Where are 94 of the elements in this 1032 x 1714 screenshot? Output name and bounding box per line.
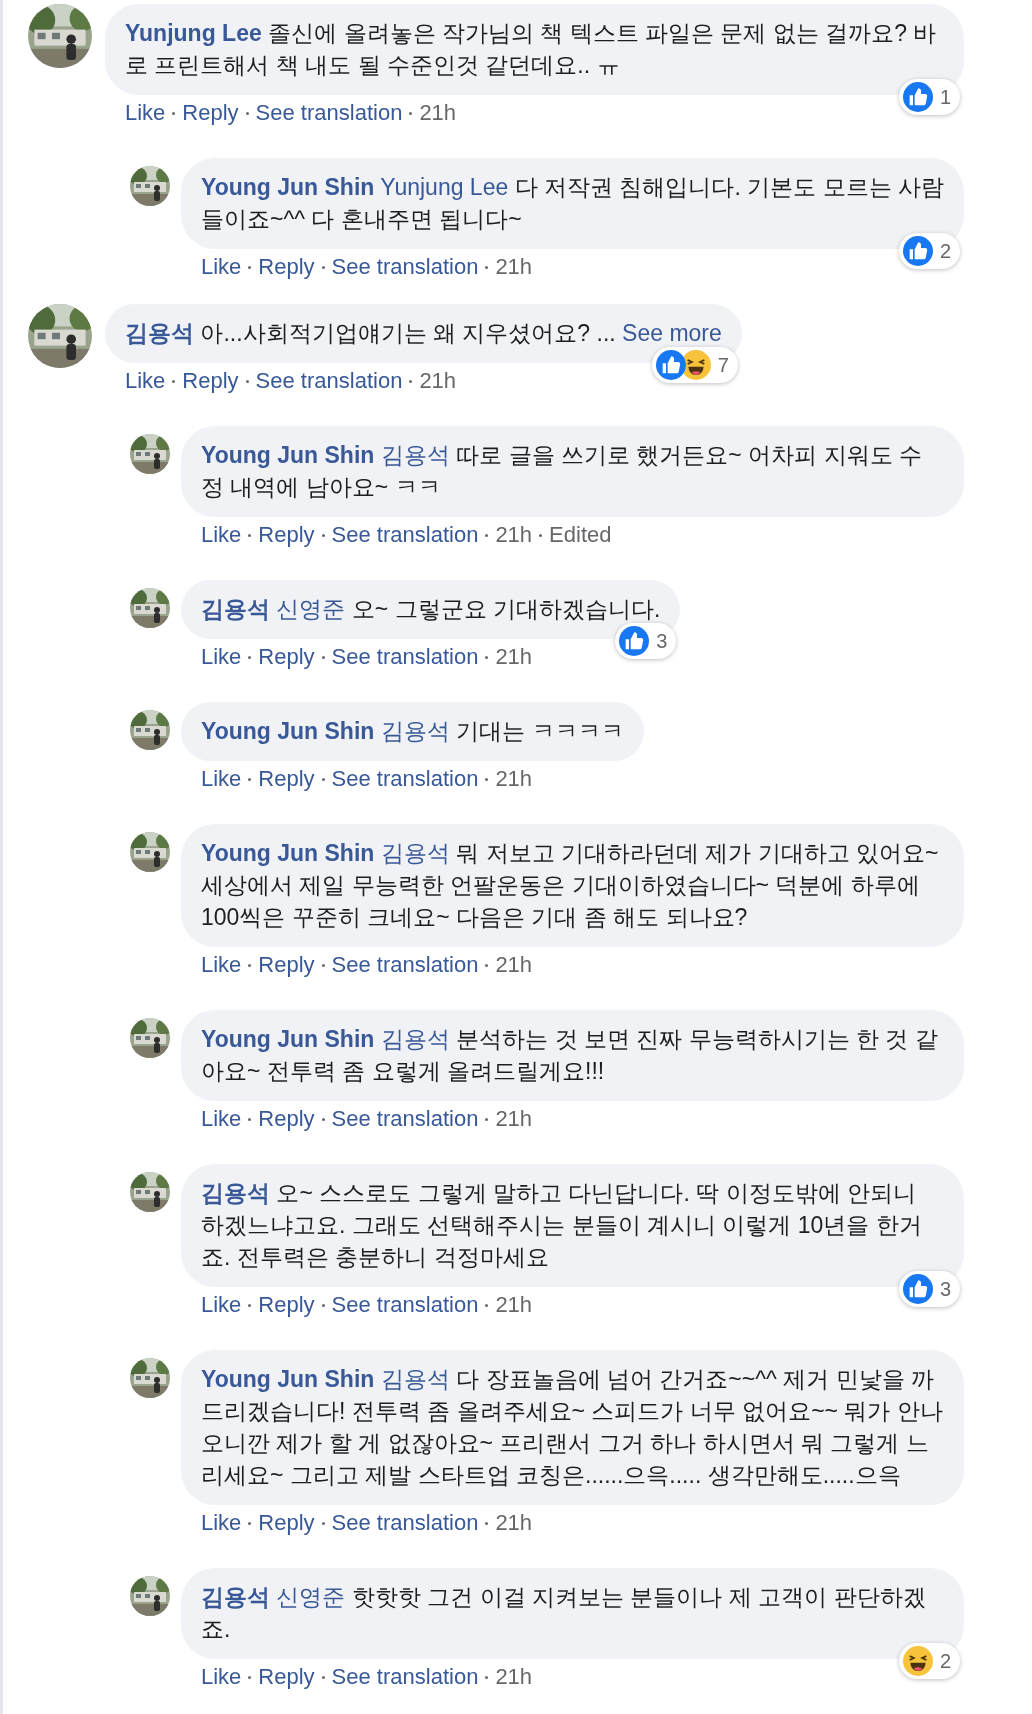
reaction-badge[interactable]: 2	[898, 1643, 960, 1679]
action-link[interactable]: Like	[201, 1291, 242, 1319]
action-link[interactable]: Reply	[258, 1509, 315, 1537]
action-link[interactable]: See translation	[331, 521, 479, 549]
comment-text: 김용석 오~ 스스로도 그렇게 말하고 다닌답니다. 딱 이정도밖에 안되니 하겠느냐고요. 그래도 선택해주시는 분들이 계시니 이렇게 10년을 한거죠. 전투력은 충분하니 걱정마세요	[201, 1179, 923, 1272]
author-link[interactable]: Young Jun Shin	[201, 1026, 375, 1052]
laughing-emoji-icon	[902, 1646, 933, 1676]
action-link[interactable]: Like	[201, 253, 242, 281]
author-link[interactable]: Young Jun Shin	[201, 442, 375, 468]
author-link[interactable]: 김용석	[201, 1584, 270, 1610]
author-link[interactable]: 김용석	[201, 596, 270, 622]
mention-link[interactable]: 신영준	[276, 596, 346, 622]
timestamp: 21h	[419, 99, 457, 127]
action-link[interactable]: Like	[201, 1509, 242, 1537]
timestamp: 21h	[495, 643, 533, 671]
see-more-link[interactable]: See more	[622, 320, 722, 346]
reaction-count: 1	[939, 85, 951, 110]
reaction-count: 2	[939, 1649, 951, 1674]
comment-text: Young Jun Shin Yunjung Lee 다 저작권 침해입니다. 기본도 모르는 사람들이죠~^^ 다 혼내주면 됩니다~	[201, 173, 944, 234]
timestamp: 21h	[419, 367, 457, 395]
action-link[interactable]: Like	[201, 1663, 242, 1691]
reaction-badge[interactable]: 7	[651, 347, 738, 383]
edited-label: Edited	[549, 521, 612, 549]
author-link[interactable]: Young Jun Shin	[201, 1366, 375, 1392]
author-link[interactable]: 김용석	[125, 320, 194, 346]
comment-text: 김용석 아...사회적기업얘기는 왜 지우셨어요? ... See more	[125, 319, 722, 348]
comment-text: Young Jun Shin 김용석 분석하는 것 보면 진짜 무능력하시기는 한 것 같아요~ 전투력 좀 요렇게 올려드릴게요!!!	[201, 1025, 939, 1086]
author-link[interactable]: Young Jun Shin	[201, 718, 375, 744]
mention-link[interactable]: 신영준	[276, 1584, 346, 1610]
comment-text: 김용석 신영준 오~ 그렇군요 기대하겠습니다.	[201, 595, 661, 624]
mention-link[interactable]: Yunjung Lee	[380, 174, 509, 200]
author-link[interactable]: Young Jun Shin	[201, 174, 375, 200]
timestamp: 21h	[495, 253, 533, 281]
reaction-badge[interactable]: 2	[898, 233, 960, 269]
mention-link[interactable]: 김용석	[380, 442, 450, 468]
action-link[interactable]: Reply	[258, 765, 315, 793]
comment-text: Young Jun Shin 김용석 기대는 ㅋㅋㅋㅋ	[201, 717, 624, 746]
mention-link[interactable]: 김용석	[380, 1026, 450, 1052]
author-link[interactable]: Young Jun Shin	[201, 840, 375, 866]
action-link[interactable]: Reply	[182, 99, 239, 127]
action-link[interactable]: Like	[201, 951, 242, 979]
comment-text: Young Jun Shin 김용석 따로 글을 쓰기로 했거든요~ 어차피 지워도 수정 내역에 남아요~ ㅋㅋ	[201, 441, 923, 502]
like-icon	[902, 82, 933, 112]
reaction-count: 3	[939, 1277, 951, 1302]
action-link[interactable]: See translation	[331, 643, 479, 671]
reaction-badge[interactable]: 3	[615, 623, 677, 659]
reaction-count: 7	[717, 353, 729, 378]
action-link[interactable]: Like	[125, 367, 166, 395]
action-link[interactable]: See translation	[331, 253, 479, 281]
reaction-badge[interactable]: 1	[898, 79, 960, 115]
action-link[interactable]: Reply	[182, 367, 239, 395]
action-link[interactable]: Reply	[258, 643, 315, 671]
action-link[interactable]: Reply	[258, 1663, 315, 1691]
action-link[interactable]: Like	[125, 99, 166, 127]
reaction-count: 2	[939, 239, 951, 264]
timestamp: 21h	[495, 1509, 533, 1537]
author-link[interactable]: Yunjung Lee	[125, 20, 262, 46]
action-link[interactable]: See translation	[331, 765, 479, 793]
action-link[interactable]: Like	[201, 643, 242, 671]
comment-text: Young Jun Shin 김용석 다 장표놀음에 넘어 간거죠~~^^ 제거 민낯을 까드리겠습니다! 전투력 좀 올려주세요~ 스피드가 너무 없어요~~ 뭐가 안나오니깐 제가 할 게 없잖아요~ 프리랜서 그거 하나 하시면서 뭐 그렇게 느리세요~ 그리고 제발 스타트업 코칭은......으윽..... 생각만해도.....으윽	[201, 1365, 944, 1490]
timestamp: 21h	[495, 951, 533, 979]
action-link[interactable]: Like	[201, 765, 242, 793]
action-link[interactable]: See translation	[255, 367, 403, 395]
action-link[interactable]: See translation	[255, 99, 403, 127]
timestamp: 21h	[495, 521, 533, 549]
like-icon	[902, 236, 933, 266]
timestamp: 21h	[495, 1663, 533, 1691]
action-link[interactable]: See translation	[331, 1105, 479, 1133]
mention-link[interactable]: 김용석	[380, 1366, 450, 1392]
like-icon	[902, 1274, 933, 1304]
mention-link[interactable]: 김용석	[380, 718, 450, 744]
action-link[interactable]: Like	[201, 521, 242, 549]
action-link[interactable]: Reply	[258, 1291, 315, 1319]
mention-link[interactable]: 김용석	[380, 840, 450, 866]
timestamp: 21h	[495, 765, 533, 793]
comment-text: 김용석 신영준 핫핫핫 그건 이걸 지켜보는 분들이나 제 고객이 판단하겠죠.	[201, 1583, 927, 1644]
like-icon	[655, 350, 686, 380]
comment-text: Young Jun Shin 김용석 뭐 저보고 기대하라던데 제가 기대하고 있어요~ 세상에서 제일 무능력한 언팔운동은 기대이하였습니다~ 덕분에 하루에 100씩은 꾸준히 크네요~ 다음은 기대 좀 해도 되나요?	[201, 839, 940, 932]
timestamp: 21h	[495, 1291, 533, 1319]
action-link[interactable]: See translation	[331, 1663, 479, 1691]
timestamp: 21h	[495, 1105, 533, 1133]
author-link[interactable]: 김용석	[201, 1180, 270, 1206]
like-icon	[619, 626, 650, 656]
action-link[interactable]: See translation	[331, 951, 479, 979]
action-link[interactable]: Reply	[258, 1105, 315, 1133]
reaction-badge[interactable]: 3	[898, 1271, 960, 1307]
reaction-count: 3	[656, 629, 668, 654]
action-link[interactable]: Reply	[258, 521, 315, 549]
comment-text: Yunjung Lee 졸신에 올려놓은 작가님의 책 텍스트 파일은 문제 없는 걸까요? 바로 프린트해서 책 내도 될 수준인것 같던데요.. ㅠ	[125, 19, 938, 80]
action-link[interactable]: Reply	[258, 951, 315, 979]
action-link[interactable]: See translation	[331, 1509, 479, 1537]
action-link[interactable]: Reply	[258, 253, 315, 281]
action-link[interactable]: See translation	[331, 1291, 479, 1319]
action-link[interactable]: Like	[201, 1105, 242, 1133]
